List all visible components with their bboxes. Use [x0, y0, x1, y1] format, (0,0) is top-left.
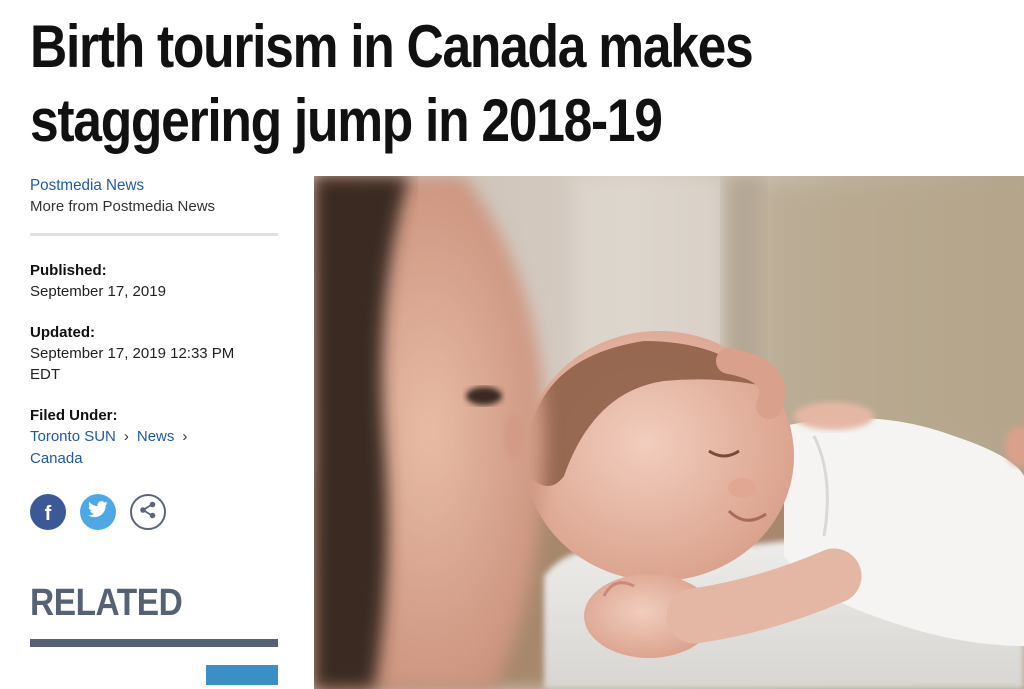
published-date: September 17, 2019: [30, 283, 166, 300]
updated-block: Updated: September 17, 2019 12:33 PM EDT: [30, 322, 278, 385]
filed-under-label: Filed Under:: [30, 407, 118, 424]
related-divider: [30, 639, 278, 647]
breadcrumb-separator: ›: [123, 428, 129, 445]
published-label: Published:: [30, 262, 107, 279]
facebook-icon: f: [44, 503, 52, 525]
more-from-author-link[interactable]: More from Postmedia News: [30, 196, 278, 217]
share-icon: [138, 500, 158, 525]
article-sidebar: Postmedia News More from Postmedia News …: [30, 176, 278, 685]
published-block: Published: September 17, 2019: [30, 260, 278, 302]
twitter-icon: [87, 501, 108, 523]
share-button[interactable]: [130, 494, 166, 530]
sidebar-divider: [30, 233, 278, 236]
headline-line-1: Birth tourism in Canada makes: [30, 13, 754, 80]
newborn-photo: [314, 176, 1024, 689]
filed-under-links: Toronto SUN › News › Canada: [30, 426, 278, 470]
share-buttons: f: [30, 494, 278, 530]
related-heading: RELATED: [30, 582, 183, 624]
related-article-thumbnail[interactable]: [30, 665, 278, 685]
breadcrumb-separator: ›: [182, 428, 188, 445]
facebook-share-button[interactable]: f: [30, 494, 66, 530]
updated-timezone: EDT: [30, 366, 60, 383]
related-thumbnail-image[interactable]: [206, 665, 278, 685]
filed-link-news[interactable]: News: [137, 428, 175, 445]
author-link[interactable]: Postmedia News: [30, 176, 266, 196]
hero-image[interactable]: [314, 176, 1024, 689]
filed-link-canada[interactable]: Canada: [30, 450, 83, 467]
headline-line-2: staggering jump in 2018-19: [30, 87, 663, 154]
filed-under-block: Filed Under: Toronto SUN › News › Canada: [30, 405, 278, 470]
updated-label: Updated:: [30, 324, 95, 341]
article-headline: Birth tourism in Canada makes staggering…: [30, 10, 873, 158]
twitter-share-button[interactable]: [80, 494, 116, 530]
updated-date: September 17, 2019 12:33 PM: [30, 345, 235, 362]
filed-link-toronto-sun[interactable]: Toronto SUN: [30, 428, 116, 445]
